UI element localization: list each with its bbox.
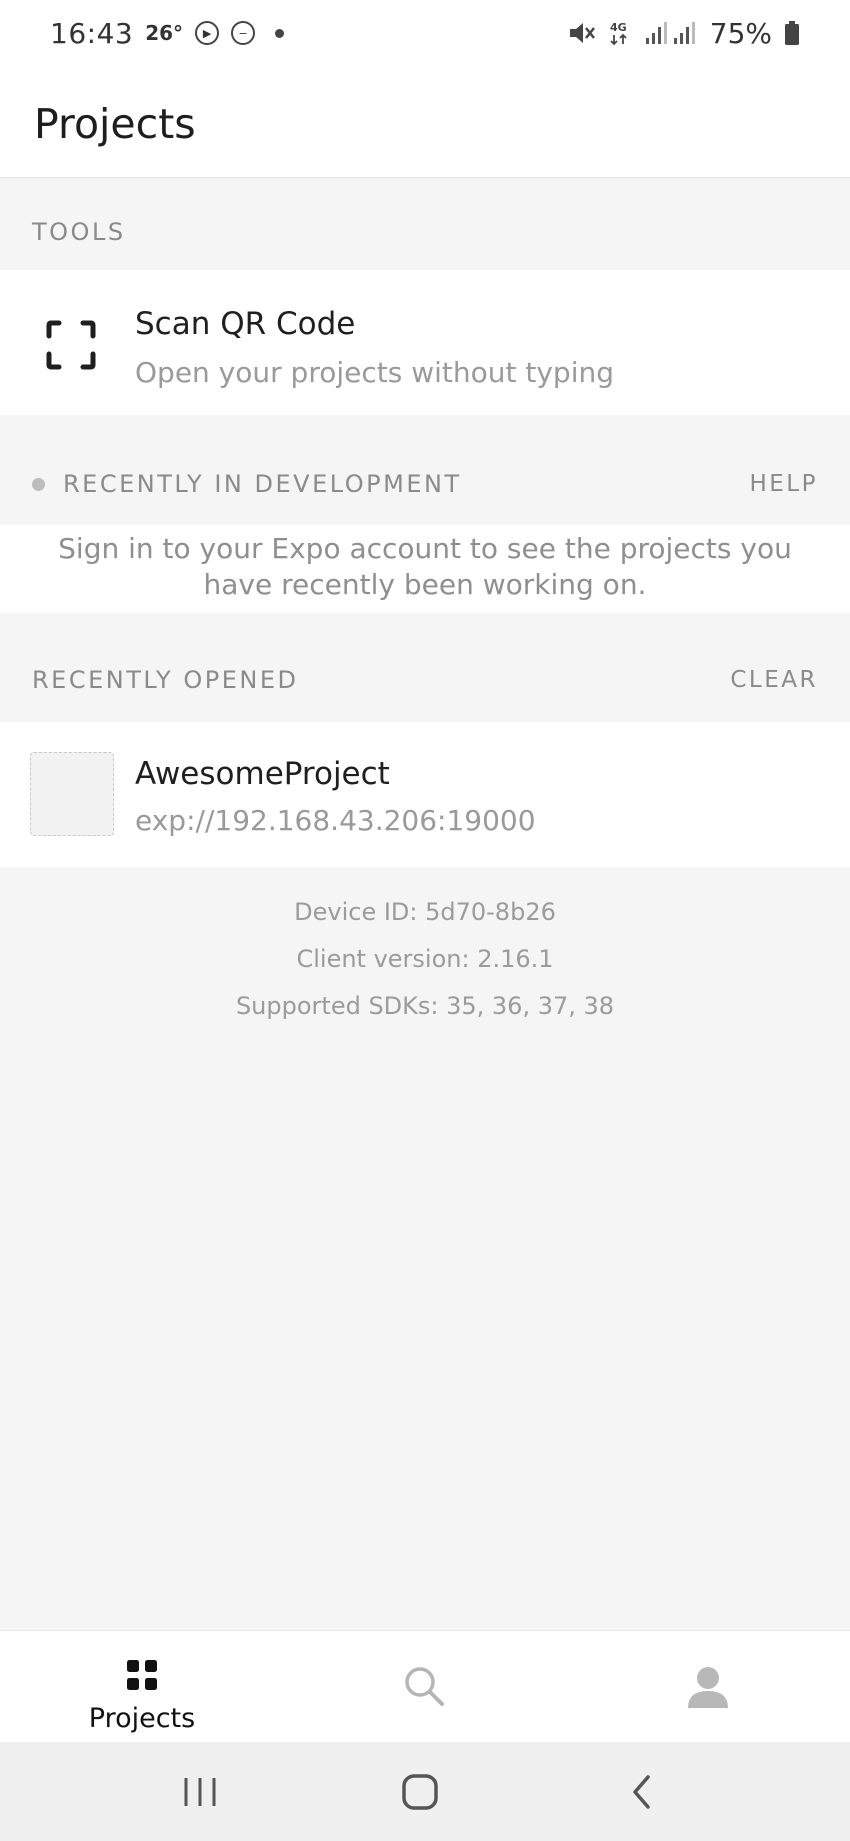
signal-strength-icon — [644, 20, 698, 46]
home-button[interactable] — [360, 1742, 480, 1841]
back-chevron-icon — [633, 1774, 650, 1809]
tab-search[interactable] — [324, 1631, 524, 1743]
tools-heading-label: TOOLS — [32, 218, 126, 246]
project-url: exp://192.168.43.206:19000 — [135, 804, 536, 837]
system-navigation-bar — [0, 1742, 850, 1841]
device-id: Device ID: 5d70-8b26 — [294, 898, 556, 926]
tools-heading-left: TOOLS — [32, 218, 126, 246]
sign-in-message: Sign in to your Expo account to see the … — [58, 532, 792, 601]
notification-dot-icon — [275, 28, 285, 38]
battery-icon — [784, 20, 800, 46]
expo-projects-screen: 16:43 26° ▶ − 4G 75% Projects TOOLS Scan… — [0, 0, 850, 1841]
project-name: AwesomeProject — [135, 756, 390, 792]
app-header: Projects — [0, 66, 850, 178]
recently-in-development-heading: RECENTLY IN DEVELOPMENT HELP — [0, 439, 850, 529]
battery-percent: 75% — [709, 16, 772, 50]
tools-section-heading: TOOLS — [0, 187, 850, 277]
recent-apps-icon — [184, 1777, 216, 1806]
status-dot-icon — [32, 477, 45, 491]
user-icon — [686, 1665, 730, 1713]
grid-icon — [126, 1659, 158, 1695]
status-bar-left: 16:43 26° ▶ − — [50, 16, 285, 50]
opened-heading-label: RECENTLY OPENED — [32, 666, 299, 694]
home-icon — [402, 1773, 438, 1810]
scan-qr-code-button[interactable]: Scan QR Code Open your projects without … — [0, 270, 850, 415]
search-icon — [403, 1665, 445, 1711]
recent-apps-button[interactable] — [140, 1742, 260, 1841]
supported-sdks: Supported SDKs: 35, 36, 37, 38 — [235, 992, 615, 1020]
status-time: 16:43 — [50, 16, 134, 50]
help-button[interactable]: HELP — [749, 471, 818, 497]
client-version: Client version: 2.16.1 — [296, 945, 554, 973]
scan-qr-title: Scan QR Code — [135, 306, 356, 342]
scan-qr-subtitle: Open your projects without typing — [135, 356, 614, 389]
project-list-item[interactable]: AwesomeProject exp://192.168.43.206:1900… — [0, 722, 850, 867]
dev-heading-label: RECENTLY IN DEVELOPMENT — [63, 470, 462, 498]
media-icon: ▶ — [195, 21, 220, 45]
do-not-disturb-icon: − — [231, 21, 256, 45]
status-temperature: 26° — [145, 21, 184, 45]
network-type-label: 4G — [610, 21, 627, 34]
tab-projects[interactable]: Projects — [42, 1631, 242, 1743]
tab-profile[interactable] — [608, 1631, 808, 1743]
recently-opened-heading: RECENTLY OPENED CLEAR — [0, 635, 850, 725]
opened-heading-left: RECENTLY OPENED — [32, 666, 298, 694]
tab-projects-label: Projects — [88, 1703, 196, 1734]
status-bar-right: 4G 75% — [568, 17, 800, 50]
network-type-icon: 4G — [608, 19, 632, 47]
dev-heading-left: RECENTLY IN DEVELOPMENT — [32, 470, 462, 498]
qr-scan-icon — [46, 320, 96, 370]
mute-icon — [568, 20, 596, 46]
project-thumbnail — [30, 752, 114, 836]
clear-button[interactable]: CLEAR — [730, 667, 818, 693]
sign-in-message-row: Sign in to your Expo account to see the … — [0, 525, 850, 613]
status-bar: 16:43 26° ▶ − 4G 75% — [0, 0, 850, 66]
back-button[interactable] — [582, 1742, 702, 1841]
bottom-tab-bar: Projects — [0, 1630, 850, 1742]
page-title: Projects — [34, 100, 196, 148]
